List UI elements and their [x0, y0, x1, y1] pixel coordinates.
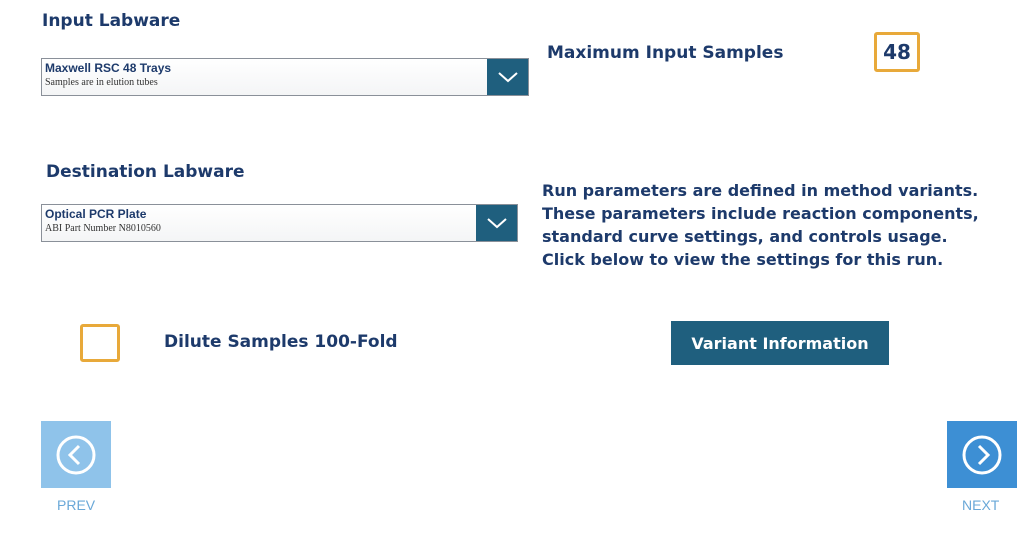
input-labware-selected: Maxwell RSC 48 Trays	[45, 61, 172, 75]
prev-label: PREV	[57, 497, 96, 513]
chevron-left-circle-icon	[56, 435, 96, 474]
destination-labware-dropdown-button[interactable]	[476, 205, 517, 241]
input-labware-title: Input Labware	[42, 11, 181, 31]
input-labware-dropdown-text: Maxwell RSC 48 Trays Samples are in elut…	[42, 59, 487, 95]
chevron-down-icon	[486, 218, 507, 229]
input-labware-dropdown[interactable]: Maxwell RSC 48 Trays Samples are in elut…	[41, 58, 529, 96]
destination-labware-title: Destination Labware	[46, 162, 245, 182]
dilute-samples-checkbox[interactable]	[80, 324, 120, 362]
destination-labware-dropdown-text: Optical PCR Plate ABI Part Number N80105…	[42, 205, 476, 241]
destination-labware-selected: Optical PCR Plate	[45, 207, 147, 221]
input-labware-dropdown-button[interactable]	[487, 59, 528, 95]
run-parameters-info: Run parameters are defined in method var…	[542, 181, 979, 269]
input-labware-description: Samples are in elution tubes	[45, 77, 158, 88]
chevron-down-icon	[497, 72, 518, 83]
destination-labware-dropdown[interactable]: Optical PCR Plate ABI Part Number N80105…	[41, 204, 518, 242]
destination-labware-description: ABI Part Number N8010560	[45, 223, 161, 234]
next-label: NEXT	[962, 497, 1000, 513]
dilute-samples-label: Dilute Samples 100-Fold	[164, 332, 398, 352]
next-button[interactable]	[947, 421, 1017, 488]
prev-button[interactable]	[41, 421, 111, 488]
max-samples-label: Maximum Input Samples	[547, 43, 784, 63]
max-samples-value: 48	[874, 32, 920, 72]
chevron-right-circle-icon	[962, 435, 1002, 474]
variant-information-button[interactable]: Variant Information	[671, 321, 889, 365]
